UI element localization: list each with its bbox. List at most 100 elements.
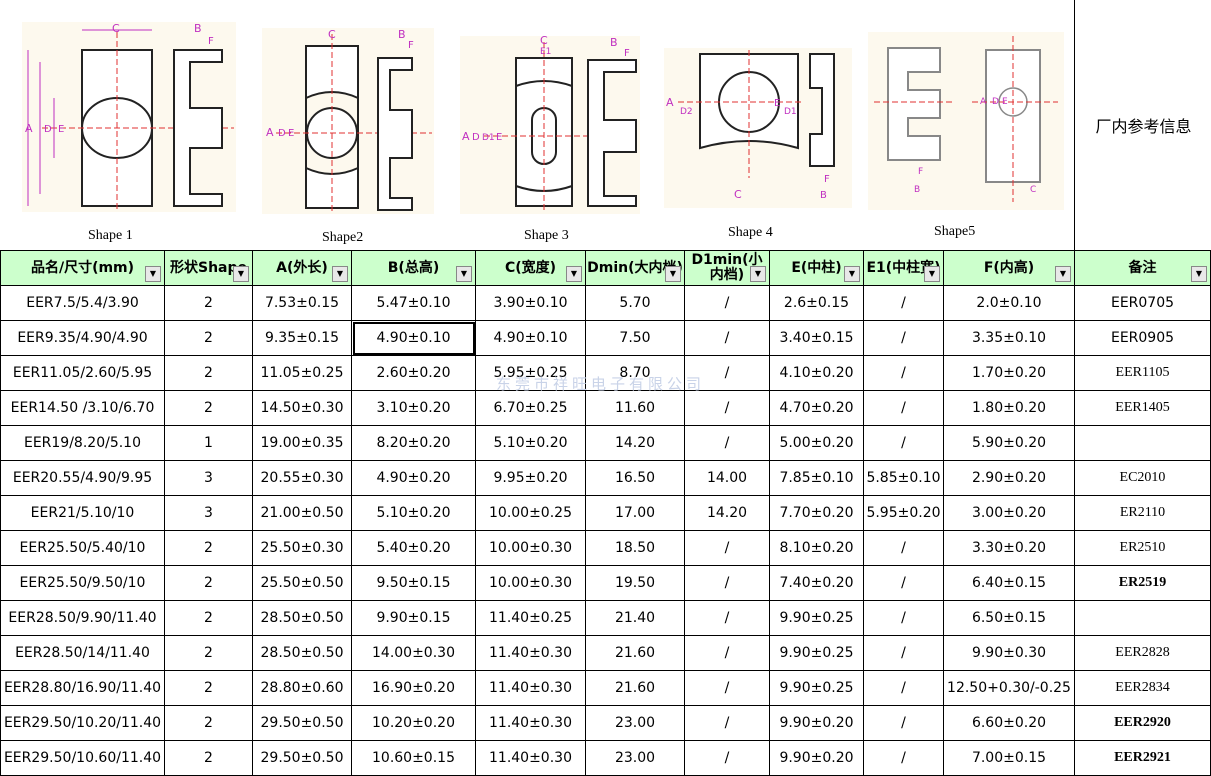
cell-a[interactable]: 7.53±0.15 — [252, 285, 352, 321]
col-header-b[interactable]: B(总高) ▼ — [351, 250, 476, 286]
cell-f[interactable]: 2.0±0.10 — [943, 285, 1075, 321]
cell-name[interactable]: EER20.55/4.90/9.95 — [0, 460, 165, 496]
cell-f[interactable]: 3.30±0.20 — [943, 530, 1075, 566]
cell-c[interactable]: 10.00±0.30 — [475, 530, 586, 566]
col-header-c[interactable]: C(宽度) ▼ — [475, 250, 586, 286]
cell-e[interactable]: 5.00±0.20 — [769, 425, 864, 461]
col-header-d1min[interactable]: D1min(小内档) ▼ — [684, 250, 770, 286]
cell-remark[interactable]: ER2519 — [1074, 565, 1211, 601]
col-header-a[interactable]: A(外长) ▼ — [252, 250, 352, 286]
cell-c[interactable]: 10.00±0.25 — [475, 495, 586, 531]
cell-b[interactable]: 9.50±0.15 — [351, 565, 476, 601]
cell-shape[interactable]: 2 — [164, 320, 253, 356]
cell-d1min[interactable]: 14.00 — [684, 460, 770, 496]
cell-name[interactable]: EER9.35/4.90/4.90 — [0, 320, 165, 356]
cell-d1min[interactable]: / — [684, 635, 770, 671]
cell-e1[interactable]: / — [863, 670, 944, 706]
col-header-remark[interactable]: 备注 ▼ — [1074, 250, 1211, 286]
cell-b[interactable]: 5.10±0.20 — [351, 495, 476, 531]
cell-d1min[interactable]: / — [684, 425, 770, 461]
cell-name[interactable]: EER11.05/2.60/5.95 — [0, 355, 165, 391]
cell-a[interactable]: 29.50±0.50 — [252, 705, 352, 741]
cell-c[interactable]: 6.70±0.25 — [475, 390, 586, 426]
cell-f[interactable]: 5.90±0.20 — [943, 425, 1075, 461]
cell-shape[interactable]: 1 — [164, 425, 253, 461]
cell-b[interactable]: 10.20±0.20 — [351, 705, 476, 741]
cell-shape[interactable]: 2 — [164, 285, 253, 321]
cell-shape[interactable]: 2 — [164, 565, 253, 601]
cell-f[interactable]: 3.00±0.20 — [943, 495, 1075, 531]
cell-shape[interactable]: 2 — [164, 600, 253, 636]
cell-e[interactable]: 9.90±0.20 — [769, 740, 864, 776]
cell-c[interactable]: 4.90±0.10 — [475, 320, 586, 356]
cell-dmin[interactable]: 18.50 — [585, 530, 685, 566]
cell-dmin[interactable]: 16.50 — [585, 460, 685, 496]
cell-b[interactable]: 5.40±0.20 — [351, 530, 476, 566]
cell-c[interactable]: 11.40±0.30 — [475, 740, 586, 776]
cell-d1min[interactable]: / — [684, 565, 770, 601]
cell-name[interactable]: EER25.50/5.40/10 — [0, 530, 165, 566]
cell-e[interactable]: 7.85±0.10 — [769, 460, 864, 496]
cell-remark[interactable]: ER2510 — [1074, 530, 1211, 566]
cell-remark[interactable]: ER2110 — [1074, 495, 1211, 531]
cell-c[interactable]: 5.95±0.25 — [475, 355, 586, 391]
cell-e[interactable]: 9.90±0.25 — [769, 635, 864, 671]
filter-dropdown-icon[interactable]: ▼ — [456, 266, 472, 282]
cell-name[interactable]: EER19/8.20/5.10 — [0, 425, 165, 461]
cell-name[interactable]: EER7.5/5.4/3.90 — [0, 285, 165, 321]
cell-remark[interactable]: EER0905 — [1074, 320, 1211, 356]
cell-dmin[interactable]: 14.20 — [585, 425, 685, 461]
cell-a[interactable]: 11.05±0.25 — [252, 355, 352, 391]
cell-shape[interactable]: 2 — [164, 390, 253, 426]
col-header-dmin[interactable]: Dmin(大内档) ▼ — [585, 250, 685, 286]
cell-f[interactable]: 1.70±0.20 — [943, 355, 1075, 391]
cell-f[interactable]: 7.00±0.15 — [943, 740, 1075, 776]
cell-e1[interactable]: / — [863, 635, 944, 671]
col-header-name[interactable]: 品名/尺寸(mm) ▼ — [0, 250, 165, 286]
cell-a[interactable]: 9.35±0.15 — [252, 320, 352, 356]
cell-remark[interactable]: EC2010 — [1074, 460, 1211, 496]
cell-e[interactable]: 9.90±0.25 — [769, 670, 864, 706]
cell-e1[interactable]: 5.85±0.10 — [863, 460, 944, 496]
cell-name[interactable]: EER29.50/10.60/11.40 — [0, 740, 165, 776]
cell-a[interactable]: 20.55±0.30 — [252, 460, 352, 496]
cell-dmin[interactable]: 23.00 — [585, 705, 685, 741]
cell-e1[interactable]: / — [863, 600, 944, 636]
filter-dropdown-icon[interactable]: ▼ — [665, 266, 681, 282]
cell-e[interactable]: 4.10±0.20 — [769, 355, 864, 391]
cell-d1min[interactable]: / — [684, 320, 770, 356]
cell-name[interactable]: EER29.50/10.20/11.40 — [0, 705, 165, 741]
cell-d1min[interactable]: / — [684, 530, 770, 566]
cell-e1[interactable]: / — [863, 355, 944, 391]
cell-a[interactable]: 25.50±0.30 — [252, 530, 352, 566]
cell-e[interactable]: 9.90±0.25 — [769, 600, 864, 636]
cell-f[interactable]: 6.60±0.20 — [943, 705, 1075, 741]
cell-a[interactable]: 28.50±0.50 — [252, 635, 352, 671]
cell-shape[interactable]: 2 — [164, 530, 253, 566]
cell-dmin[interactable]: 7.50 — [585, 320, 685, 356]
cell-shape[interactable]: 3 — [164, 495, 253, 531]
cell-e[interactable]: 7.70±0.20 — [769, 495, 864, 531]
cell-c[interactable]: 11.40±0.30 — [475, 705, 586, 741]
cell-e1[interactable]: / — [863, 285, 944, 321]
cell-d1min[interactable]: / — [684, 600, 770, 636]
cell-b[interactable]: 10.60±0.15 — [351, 740, 476, 776]
cell-c[interactable]: 10.00±0.30 — [475, 565, 586, 601]
cell-e1[interactable]: / — [863, 740, 944, 776]
cell-dmin[interactable]: 21.60 — [585, 670, 685, 706]
filter-dropdown-icon[interactable]: ▼ — [145, 266, 161, 282]
filter-dropdown-icon[interactable]: ▼ — [750, 266, 766, 282]
cell-e[interactable]: 9.90±0.20 — [769, 705, 864, 741]
cell-dmin[interactable]: 21.40 — [585, 600, 685, 636]
cell-a[interactable]: 21.00±0.50 — [252, 495, 352, 531]
cell-remark[interactable]: EER2920 — [1074, 705, 1211, 741]
cell-f[interactable]: 3.35±0.10 — [943, 320, 1075, 356]
cell-a[interactable]: 14.50±0.30 — [252, 390, 352, 426]
filter-dropdown-icon[interactable]: ▼ — [332, 266, 348, 282]
cell-dmin[interactable]: 21.60 — [585, 635, 685, 671]
cell-remark[interactable]: EER1405 — [1074, 390, 1211, 426]
cell-a[interactable]: 28.80±0.60 — [252, 670, 352, 706]
cell-remark[interactable]: EER0705 — [1074, 285, 1211, 321]
cell-dmin[interactable]: 19.50 — [585, 565, 685, 601]
cell-e1[interactable]: / — [863, 390, 944, 426]
